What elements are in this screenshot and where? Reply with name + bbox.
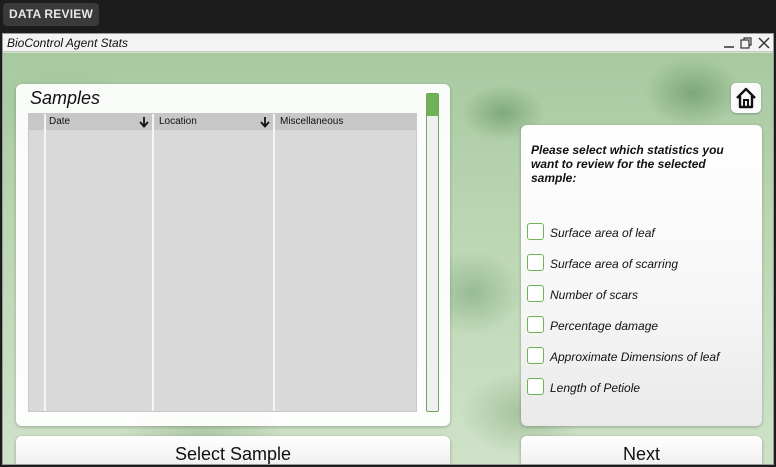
scrollbar-thumb[interactable] xyxy=(427,94,438,116)
checkbox[interactable] xyxy=(527,316,544,333)
home-button[interactable] xyxy=(731,83,761,113)
samples-panel: Samples Date Location Miscellaneous xyxy=(16,84,450,426)
option-label: Length of Petiole xyxy=(550,381,641,395)
checkbox[interactable] xyxy=(527,254,544,271)
option-label: Surface area of scarring xyxy=(550,257,679,271)
arrow-down-icon[interactable] xyxy=(260,116,270,128)
checkbox[interactable] xyxy=(527,378,544,395)
close-icon[interactable] xyxy=(756,35,772,51)
window-title: BioControl Agent Stats xyxy=(7,36,128,50)
statistics-prompt: Please select which statistics you want … xyxy=(531,143,724,185)
plant-background: Samples Date Location Miscellaneous Plea… xyxy=(3,53,773,464)
column-header-miscellaneous[interactable]: Miscellaneous xyxy=(276,114,416,130)
column-label: Location xyxy=(159,116,197,127)
tab-data-review[interactable]: DATA REVIEW xyxy=(3,3,99,26)
restore-icon[interactable] xyxy=(738,35,754,51)
option-label: Approximate Dimensions of leaf xyxy=(550,350,720,364)
column-header-location[interactable]: Location xyxy=(155,114,273,130)
column-divider xyxy=(273,114,275,411)
checkbox[interactable] xyxy=(527,223,544,240)
checkbox[interactable] xyxy=(527,347,544,364)
option-label: Percentage damage xyxy=(550,319,659,333)
column-label: Date xyxy=(49,116,71,127)
app-window: BioControl Agent Stats Samples Date Loca… xyxy=(2,33,774,465)
checkbox[interactable] xyxy=(527,285,544,302)
samples-table[interactable]: Date Location Miscellaneous xyxy=(28,113,417,412)
column-label: Miscellaneous xyxy=(280,116,344,127)
minimize-icon[interactable] xyxy=(721,35,737,51)
column-divider xyxy=(44,114,46,411)
arrow-down-icon[interactable] xyxy=(139,116,149,128)
home-icon xyxy=(736,87,756,109)
column-header-date[interactable]: Date xyxy=(45,114,151,130)
select-sample-button[interactable]: Select Sample xyxy=(16,436,450,464)
option-label: Surface area of leaf xyxy=(550,226,655,240)
column-divider xyxy=(152,114,154,411)
table-header: Date Location Miscellaneous xyxy=(29,114,416,130)
next-button[interactable]: Next xyxy=(521,436,762,464)
option-label: Number of scars xyxy=(550,288,639,302)
window-titlebar: BioControl Agent Stats xyxy=(3,34,773,52)
samples-title: Samples xyxy=(30,88,101,108)
app-topbar: DATA REVIEW xyxy=(0,0,776,33)
statistics-panel: Please select which statistics you want … xyxy=(521,125,762,426)
table-scrollbar[interactable] xyxy=(426,93,439,412)
